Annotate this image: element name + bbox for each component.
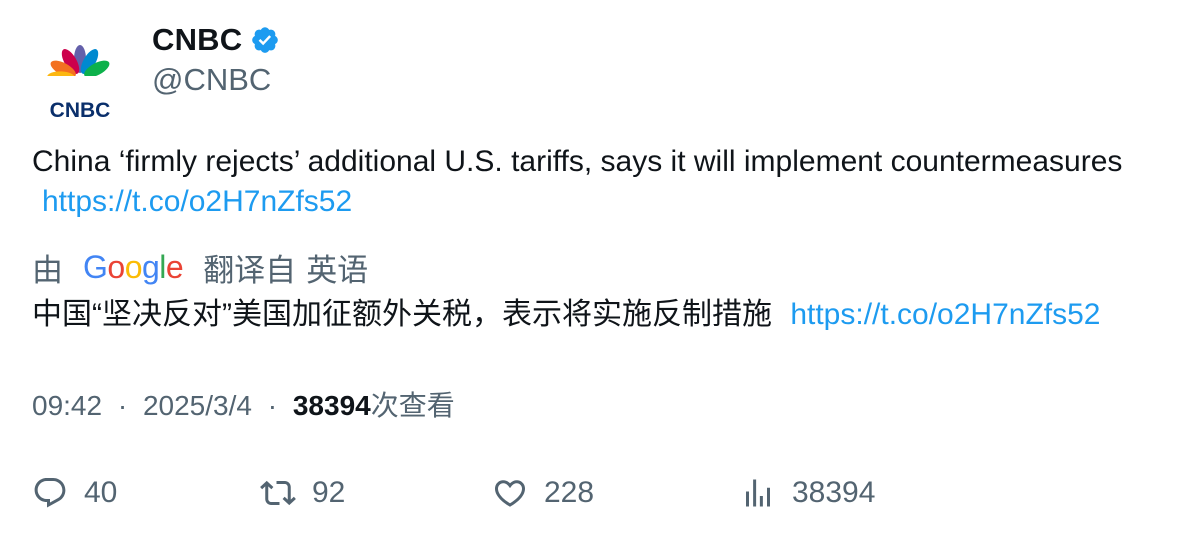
action-bar: 40 92 228 38394 bbox=[32, 470, 1172, 516]
avatar[interactable]: CNBC bbox=[32, 28, 128, 124]
tweet-meta: 09:42 · 2025/3/4 · 38394次查看 bbox=[32, 384, 455, 424]
translated-text: 中国“坚决反对”美国加征额外关税，表示将实施反制措施 https://t.co/… bbox=[32, 294, 1101, 336]
translated-link[interactable]: https://t.co/o2H7nZfs52 bbox=[790, 298, 1100, 331]
views-suffix: 次查看 bbox=[370, 390, 455, 421]
retweet-icon bbox=[260, 480, 296, 506]
meta-separator: · bbox=[117, 390, 128, 421]
reply-count: 40 bbox=[84, 476, 118, 509]
like-button[interactable]: 228 bbox=[492, 470, 594, 516]
views-button[interactable]: 38394 bbox=[740, 470, 875, 516]
tweet-date[interactable]: 2025/3/4 bbox=[143, 390, 252, 421]
translation-attribution: 由 Google 翻译自 英语 bbox=[32, 244, 368, 290]
reply-icon bbox=[34, 478, 66, 508]
views-action-count: 38394 bbox=[792, 476, 876, 509]
translation-source-language: 英语 bbox=[306, 252, 369, 288]
tweet-time[interactable]: 09:42 bbox=[32, 390, 102, 421]
meta-separator: · bbox=[267, 390, 278, 421]
reply-button[interactable]: 40 bbox=[32, 470, 117, 516]
retweet-button[interactable]: 92 bbox=[260, 470, 345, 516]
logo-wordmark: CNBC bbox=[50, 99, 111, 122]
like-count: 228 bbox=[544, 476, 595, 509]
google-logo-icon: Google bbox=[83, 248, 184, 285]
tweet-text: China ‘firmly rejects’ additional U.S. t… bbox=[32, 142, 1152, 222]
retweet-count: 92 bbox=[312, 476, 346, 509]
tweet-link[interactable]: https://t.co/o2H7nZfs52 bbox=[42, 185, 352, 218]
author-name-row: CNBC bbox=[152, 22, 280, 58]
views-count: 38394 bbox=[292, 390, 371, 421]
author-handle[interactable]: @CNBC bbox=[152, 62, 271, 98]
author-name[interactable]: CNBC bbox=[152, 22, 242, 58]
translated-body: 中国“坚决反对”美国加征额外关税，表示将实施反制措施 bbox=[32, 298, 772, 331]
views-icon bbox=[746, 479, 770, 507]
verified-badge-icon[interactable] bbox=[250, 25, 280, 55]
tweet-body: China ‘firmly rejects’ additional U.S. t… bbox=[32, 145, 1123, 178]
like-icon bbox=[494, 480, 526, 507]
cnbc-peacock-logo: CNBC bbox=[40, 45, 120, 122]
translation-by-label: 由 bbox=[32, 252, 63, 288]
translation-from-label: 翻译自 bbox=[203, 252, 297, 288]
